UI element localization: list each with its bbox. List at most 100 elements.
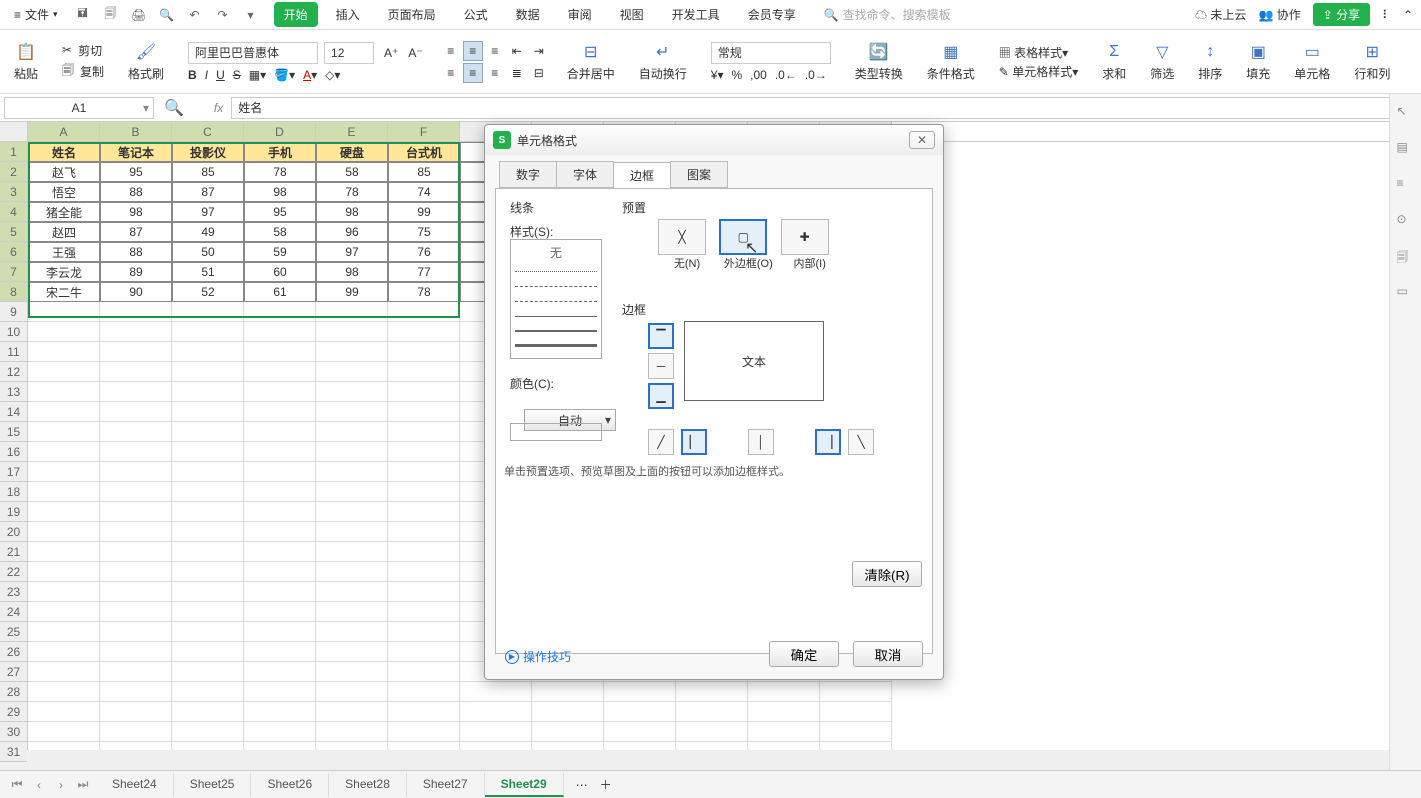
cell[interactable] [388,382,460,402]
cell[interactable]: 宋二牛 [28,282,100,302]
decrease-font-icon[interactable]: A⁻ [408,46,422,60]
cell[interactable] [316,422,388,442]
cell[interactable] [316,402,388,422]
clip-icon[interactable]: 🗐 [1397,248,1415,266]
cell[interactable] [316,542,388,562]
cell[interactable]: 笔记本 [100,142,172,162]
row-header[interactable]: 8 [0,282,27,302]
cell[interactable]: 59 [244,242,316,262]
tab-next-icon[interactable]: › [52,776,70,794]
select-icon[interactable]: ↖ [1397,104,1415,122]
cell[interactable]: 硬盘 [316,142,388,162]
tab-data[interactable]: 数据 [506,2,550,27]
cell[interactable] [172,442,244,462]
dec-dec-button[interactable]: .0→ [805,68,827,82]
row-header[interactable]: 22 [0,562,27,582]
tab-formula[interactable]: 公式 [454,2,498,27]
qat-redo-icon[interactable]: ↷ [212,4,234,26]
line-dash2[interactable] [515,289,597,302]
row-header[interactable]: 14 [0,402,27,422]
cell[interactable] [388,742,460,750]
cond-format-button[interactable]: ▦条件格式 [921,41,981,82]
cell[interactable] [388,502,460,522]
cell[interactable] [244,362,316,382]
fill-button[interactable]: ▣填充 [1240,41,1276,82]
fx-icon[interactable]: fx [214,101,223,115]
align-dist[interactable]: ⊟ [529,63,549,83]
dec-inc-button[interactable]: .0← [775,68,797,82]
sum-button[interactable]: Σ求和 [1096,41,1132,82]
cell[interactable] [388,722,460,742]
cell[interactable] [316,302,388,322]
cell[interactable] [244,302,316,322]
cell[interactable] [676,742,748,750]
cell[interactable] [244,462,316,482]
cell[interactable] [28,342,100,362]
collab-button[interactable]: 👥 协作 [1258,6,1300,23]
number-format-combo[interactable]: 常规 [711,42,831,64]
cell[interactable] [100,622,172,642]
line-dotted[interactable] [515,259,597,272]
cell[interactable] [28,362,100,382]
cell[interactable] [748,702,820,722]
cell[interactable]: 89 [100,262,172,282]
increase-font-icon[interactable]: A⁺ [384,46,398,60]
cell[interactable]: 85 [388,162,460,182]
row-header[interactable]: 26 [0,642,27,662]
border-right[interactable]: ▕ [815,429,841,455]
cloud-status[interactable]: ☁ 未上云 [1195,6,1246,23]
help-icon[interactable]: ▭ [1397,284,1415,302]
cell[interactable] [172,402,244,422]
cell[interactable] [100,422,172,442]
font-color-button[interactable]: A▾ [303,68,317,82]
strike-button[interactable]: S [233,68,241,82]
cell[interactable] [172,522,244,542]
cell[interactable]: 61 [244,282,316,302]
cell[interactable] [100,402,172,422]
rowcol-button[interactable]: ⊞行和列 [1348,41,1396,82]
cell[interactable] [388,622,460,642]
col-header[interactable]: D [244,122,316,141]
row-header[interactable]: 13 [0,382,27,402]
cell[interactable] [316,382,388,402]
cell[interactable]: 96 [316,222,388,242]
cell[interactable]: 95 [100,162,172,182]
border-hmid[interactable]: ─ [648,353,674,379]
row-header[interactable]: 23 [0,582,27,602]
row-header[interactable]: 12 [0,362,27,382]
cell[interactable] [172,302,244,322]
line-dashed[interactable] [515,274,597,287]
tab-dev[interactable]: 开发工具 [662,2,730,27]
cell[interactable] [388,402,460,422]
tab-add-icon[interactable]: ＋ [600,776,612,793]
cell[interactable] [244,722,316,742]
cell[interactable] [172,742,244,750]
cell[interactable]: 60 [244,262,316,282]
cell[interactable] [244,482,316,502]
cell[interactable]: 51 [172,262,244,282]
cell[interactable] [28,522,100,542]
ok-button[interactable]: 确定 [769,641,839,667]
settings-icon[interactable]: ≡ [1397,176,1415,194]
cell[interactable] [28,662,100,682]
cell[interactable] [676,722,748,742]
cell[interactable] [676,702,748,722]
cell[interactable] [460,682,532,702]
cell[interactable] [172,342,244,362]
cancel-button[interactable]: 取消 [853,641,923,667]
cell[interactable] [820,702,892,722]
sheet-tab[interactable]: Sheet26 [251,773,329,797]
cell[interactable] [316,442,388,462]
percent-button[interactable]: % [731,68,742,82]
cell[interactable] [172,622,244,642]
tab-pattern[interactable]: 图案 [670,161,728,188]
border-preview[interactable]: 文本 [684,321,824,401]
cell[interactable] [28,402,100,422]
sheet-tab[interactable]: Sheet29 [485,773,564,797]
sheet-tab[interactable]: Sheet24 [96,773,174,797]
share-button[interactable]: ⇪ 分享 [1313,3,1370,26]
cell[interactable] [100,642,172,662]
cell[interactable] [244,322,316,342]
formula-input[interactable]: 姓名 [231,97,1391,119]
cell[interactable] [100,562,172,582]
